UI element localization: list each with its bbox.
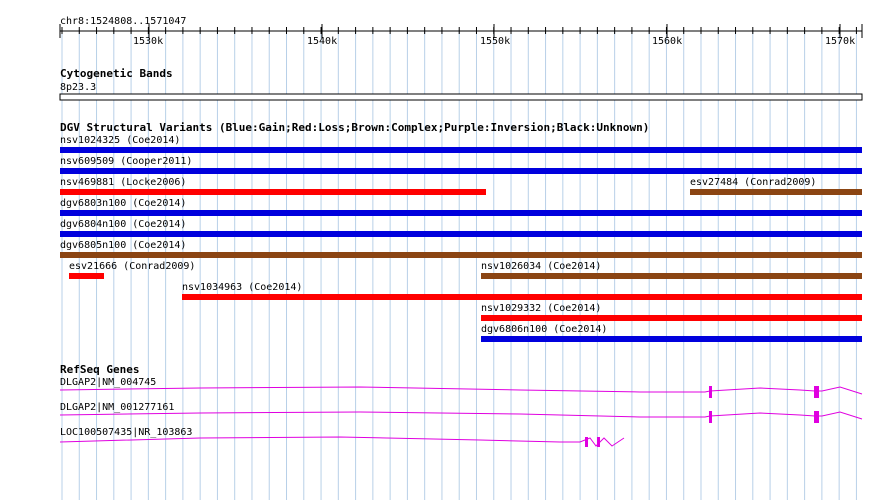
gene-exon[interactable]: [585, 437, 588, 447]
variant-bar[interactable]: [60, 168, 862, 174]
variant-label[interactable]: nsv1029332 (Coe2014): [481, 303, 601, 314]
cytoband-track-title[interactable]: Cytogenetic Bands: [60, 68, 173, 80]
gene-label[interactable]: LOC100507435|NR_103863: [60, 427, 192, 438]
variant-label[interactable]: nsv1024325 (Coe2014): [60, 135, 180, 146]
variant-bar[interactable]: [481, 273, 862, 279]
variant-bar[interactable]: [60, 147, 862, 153]
variant-label[interactable]: nsv1026034 (Coe2014): [481, 261, 601, 272]
gene-exon[interactable]: [814, 386, 819, 398]
ruler-tick-label: 1530k: [133, 36, 164, 47]
genome-browser-view[interactable]: chr8:1524808..1571047 1530k 1540k 1550k …: [0, 0, 890, 500]
variant-bar[interactable]: [60, 252, 862, 258]
variant-bar[interactable]: [60, 189, 486, 195]
ruler-tick-label: 1540k: [307, 36, 338, 47]
variant-label[interactable]: dgv6804n100 (Coe2014): [60, 219, 186, 230]
ruler-tick-label: 1560k: [652, 36, 683, 47]
variant-label[interactable]: dgv6806n100 (Coe2014): [481, 324, 607, 335]
variant-label[interactable]: nsv469881 (Locke2006): [60, 177, 186, 188]
gene-label[interactable]: DLGAP2|NM_001277161: [60, 402, 174, 413]
gene-label[interactable]: DLGAP2|NM_004745: [60, 377, 156, 388]
ruler-tick-label: 1550k: [480, 36, 511, 47]
variant-bar[interactable]: [60, 231, 862, 237]
variant-label[interactable]: dgv6803n100 (Coe2014): [60, 198, 186, 209]
gene-exon[interactable]: [709, 411, 712, 423]
gene-intron-line[interactable]: [59, 386, 863, 395]
ruler-tick-label: 1570k: [825, 36, 856, 47]
variant-label[interactable]: nsv609509 (Cooper2011): [60, 156, 192, 167]
location-label: chr8:1524808..1571047: [60, 16, 187, 27]
cytoband-label: 8p23.3: [60, 82, 97, 93]
variant-bar[interactable]: [69, 273, 104, 279]
variant-label[interactable]: esv21666 (Conrad2009): [69, 261, 195, 272]
variant-bar[interactable]: [481, 336, 862, 342]
gene-exon[interactable]: [597, 437, 600, 447]
variant-bar[interactable]: [182, 294, 862, 300]
variant-label[interactable]: dgv6805n100 (Coe2014): [60, 240, 186, 251]
variant-label[interactable]: esv27484 (Conrad2009): [690, 177, 816, 188]
dgv-track-title[interactable]: DGV Structural Variants (Blue:Gain;Red:L…: [60, 122, 649, 134]
variant-bar[interactable]: [690, 189, 862, 195]
cytoband-bar[interactable]: [59, 93, 863, 101]
gene-intron-line[interactable]: [59, 411, 863, 420]
gene-exon[interactable]: [814, 411, 819, 423]
variant-bar[interactable]: [481, 315, 862, 321]
variant-bar[interactable]: [60, 210, 862, 216]
variant-label[interactable]: nsv1034963 (Coe2014): [182, 282, 302, 293]
gene-exon[interactable]: [709, 386, 712, 398]
gene-intron-line[interactable]: [59, 436, 625, 447]
refseq-track-title[interactable]: RefSeq Genes: [60, 364, 139, 376]
